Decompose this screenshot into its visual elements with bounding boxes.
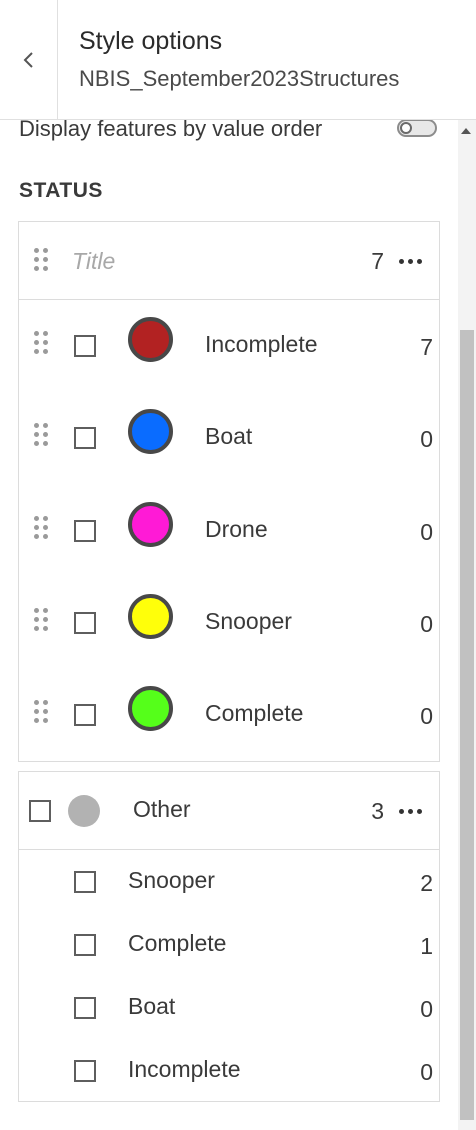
category-count: 0 [420,519,433,545]
ellipsis-icon[interactable] [399,257,429,265]
category-count: 0 [420,703,433,729]
category-row: Incomplete 7 [19,299,439,391]
ellipsis-icon[interactable] [399,807,429,815]
category-checkbox[interactable] [74,520,96,542]
other-checkbox[interactable] [29,800,51,822]
category-symbol[interactable] [128,409,173,454]
panel-title: Style options [79,27,223,55]
drag-handle-icon[interactable] [34,608,50,634]
category-group: Title 7 Incomplete 7 Boat 0 Drone 0 Snooper 0 Co… [18,221,440,762]
back-button[interactable] [0,0,58,119]
other-item-checkbox[interactable] [74,871,96,893]
category-symbol[interactable] [128,317,173,362]
category-checkbox[interactable] [74,335,96,357]
other-item-checkbox[interactable] [74,997,96,1019]
style-options-content: Display features by value order STATUS T… [0,120,458,1130]
other-item-label: Complete [128,930,227,956]
category-checkbox[interactable] [74,612,96,634]
category-symbol[interactable] [128,502,173,547]
group-count: 7 [371,248,384,274]
category-row: Snooper 0 [19,576,439,668]
other-item-count: 1 [420,933,433,959]
drag-handle-icon[interactable] [34,331,50,357]
drag-handle-icon[interactable] [34,700,50,726]
other-item-row: Complete 1 [19,914,439,974]
drag-handle-icon[interactable] [34,423,50,449]
other-item-count: 2 [420,870,433,896]
layer-name: NBIS_September2023Structures [79,66,400,91]
other-item-label: Boat [128,993,176,1019]
other-item-row: Incomplete 0 [19,1040,439,1100]
vertical-scrollbar[interactable] [458,120,476,1130]
group-header: Title 7 [19,222,439,300]
other-item-row: Snooper 2 [19,851,439,911]
scrollbar-thumb[interactable] [460,330,474,1120]
other-item-label: Snooper [128,867,215,893]
category-count: 7 [420,334,433,360]
other-symbol [68,795,100,827]
other-group: Other 3 Snooper 2 Complete 1 Boat 0 Incomplete… [18,771,440,1102]
category-row: Drone 0 [19,484,439,576]
category-row: Boat 0 [19,391,439,483]
category-label: Complete [205,700,304,726]
category-label: Snooper [205,608,292,634]
other-item-checkbox[interactable] [74,934,96,956]
category-count: 0 [420,611,433,637]
toggle-knob [400,122,412,134]
other-label: Other [133,796,191,822]
other-count: 3 [371,798,384,824]
category-label: Boat [205,423,253,449]
field-heading: STATUS [19,179,103,202]
category-row: Complete 0 [19,668,439,760]
other-header: Other 3 [19,772,439,850]
style-options-panel: Style options NBIS_September2023Structur… [0,0,476,1130]
value-order-label: Display features by value order [19,120,323,141]
other-item-count: 0 [420,1059,433,1085]
category-checkbox[interactable] [74,427,96,449]
chevron-left-icon [23,51,33,68]
group-title-input[interactable]: Title [72,248,115,275]
other-item-label: Incomplete [128,1056,241,1082]
drag-handle-icon[interactable] [34,516,50,542]
category-checkbox[interactable] [74,704,96,726]
value-order-toggle[interactable] [397,120,437,137]
category-label: Incomplete [205,331,318,357]
scroll-up-arrow-icon[interactable] [461,128,471,134]
value-order-setting: Display features by value order [19,120,449,144]
category-symbol[interactable] [128,686,173,731]
other-item-row: Boat 0 [19,977,439,1037]
drag-handle-icon[interactable] [34,248,50,274]
category-label: Drone [205,516,268,542]
category-count: 0 [420,426,433,452]
other-item-checkbox[interactable] [74,1060,96,1082]
panel-header: Style options NBIS_September2023Structur… [0,0,476,120]
category-symbol[interactable] [128,594,173,639]
other-item-count: 0 [420,996,433,1022]
